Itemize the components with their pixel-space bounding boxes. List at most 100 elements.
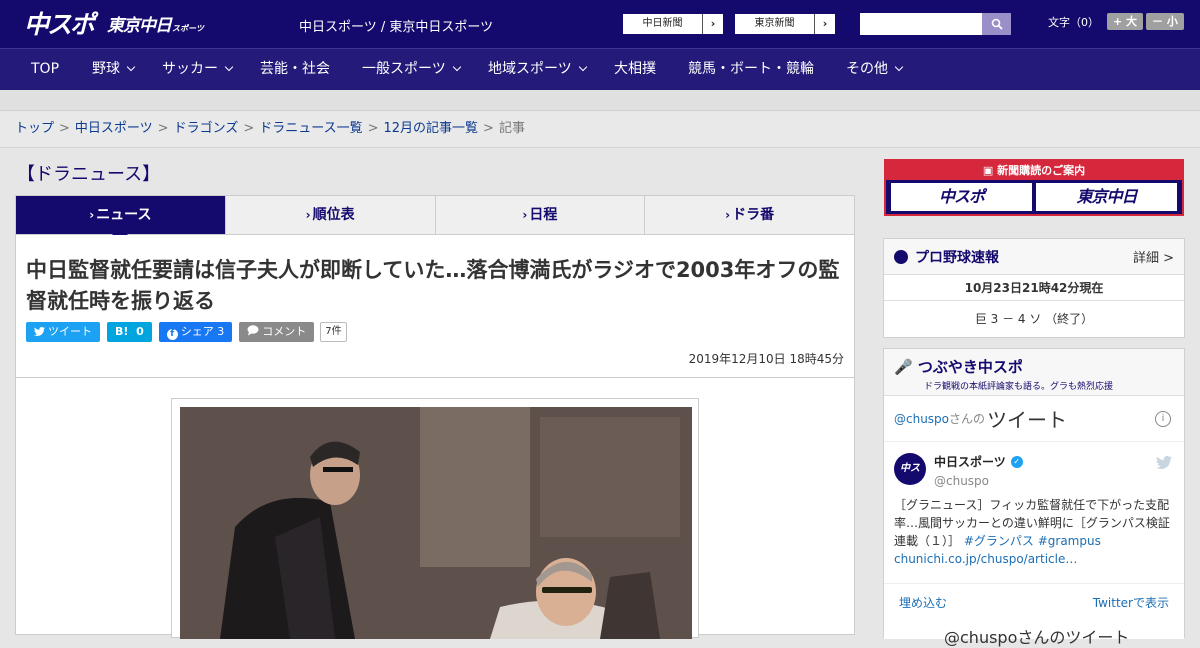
- tab-schedule[interactable]: › 日程: [436, 196, 646, 234]
- breadcrumb-dragons[interactable]: ドラゴンズ: [174, 121, 239, 136]
- facebook-share-button[interactable]: f シェア 3: [158, 322, 233, 342]
- breadcrumb-separator: >: [157, 121, 169, 136]
- nav-entertainment-label: 芸能・社会: [260, 61, 330, 77]
- site-title[interactable]: 中日スポーツ / 東京中日スポーツ: [299, 16, 493, 35]
- chevron-right-icon: ›: [305, 208, 311, 222]
- view-on-twitter-link[interactable]: Twitterで表示: [1093, 594, 1169, 611]
- tsubuyaki-title: 🎤 つぶやき中スポ: [894, 356, 1174, 377]
- nav-racing[interactable]: 競馬・ボート・競輪: [688, 49, 814, 91]
- facebook-share-count: 3: [217, 325, 225, 338]
- breadcrumb-december[interactable]: 12月の記事一覧: [384, 121, 479, 136]
- nav-general-sports[interactable]: 一般スポーツ: [362, 49, 461, 91]
- banner-logos: 中スポ 東京中日: [886, 180, 1182, 214]
- nav-baseball[interactable]: 野球: [92, 49, 136, 91]
- tweet-hashtags[interactable]: #グランパス #grampus: [964, 534, 1101, 548]
- info-icon[interactable]: i: [1155, 411, 1171, 427]
- chevron-down-icon: [126, 62, 136, 72]
- tokyo-shimbun-label: 東京新聞: [735, 14, 815, 34]
- facebook-icon: f: [166, 329, 178, 340]
- nav-local-sports[interactable]: 地域スポーツ: [488, 49, 587, 91]
- banner-logo-tokyo-chunichi: 東京中日: [1036, 183, 1177, 211]
- font-smaller-button[interactable]: － 小: [1146, 13, 1184, 30]
- baseball-score[interactable]: 巨 3 － 4 ソ （終了）: [884, 301, 1184, 337]
- twitter-bird-icon: [34, 327, 45, 336]
- tab-news-label: ニュース: [96, 207, 152, 223]
- timeline-header: @chuspo さんの ツイート i: [884, 396, 1184, 442]
- article-photo[interactable]: [180, 407, 692, 639]
- tsubuyaki-header: 🎤 つぶやき中スポ ドラ観戦の本紙評論家も語る。グラも熱烈応援: [884, 349, 1184, 396]
- tab-standings[interactable]: › 順位表: [226, 196, 436, 234]
- article-date: 2019年12月10日 18時45分: [688, 352, 844, 366]
- chunichi-shimbun-link[interactable]: 中日新聞 ›: [622, 13, 724, 35]
- tsubuyaki-subtitle: ドラ観戦の本紙評論家も語る。グラも熱烈応援: [924, 382, 1114, 392]
- timeline-user-link[interactable]: @chuspo: [894, 412, 949, 426]
- nav-local-sports-label: 地域スポーツ: [488, 61, 572, 77]
- search-button[interactable]: [982, 13, 1011, 35]
- comment-button[interactable]: コメント: [239, 322, 315, 342]
- facebook-share-label: シェア: [180, 325, 214, 338]
- chevron-right-icon: ›: [710, 17, 716, 30]
- banner-logo-chuspo: 中スポ: [891, 183, 1032, 211]
- avatar[interactable]: 中ス: [894, 453, 926, 485]
- nav-top[interactable]: TOP: [31, 49, 59, 91]
- twitter-timeline: @chuspo さんの ツイート i 中ス 中日スポーツ ✓ @chuspo ［グラニ…: [884, 396, 1184, 647]
- chevron-down-icon: [578, 62, 587, 72]
- search-input[interactable]: [860, 13, 982, 35]
- microphone-icon: 🎤: [894, 358, 913, 376]
- nav-top-label: TOP: [31, 61, 60, 77]
- comment-count[interactable]: 7件: [320, 322, 347, 342]
- embed-link[interactable]: 埋め込む: [899, 594, 947, 611]
- more-tweets-heading: @chuspoさんのツイート: [944, 628, 1130, 647]
- banner-title-text: 新聞購読のご案内: [997, 164, 1086, 177]
- nav-soccer-label: サッカー: [162, 61, 218, 77]
- tab-dora-ban-label: ドラ番: [732, 207, 775, 223]
- article: 中日監督就任要請は信子夫人が即断していた…落合博満氏がラジオで2003年オフの監…: [15, 235, 855, 639]
- breadcrumb-chunichi-sports[interactable]: 中日スポーツ: [75, 121, 153, 136]
- ad-strip: [0, 90, 1200, 111]
- twitter-bird-icon[interactable]: [1156, 456, 1172, 469]
- speech-bubble-icon: [247, 325, 259, 336]
- tweet-link[interactable]: chunichi.co.jp/chuspo/article…: [894, 552, 1077, 566]
- tweet-author[interactable]: 中ス 中日スポーツ ✓ @chuspo: [894, 453, 1023, 488]
- baseball-widget-title: プロ野球速報: [915, 249, 999, 266]
- tab-news[interactable]: › ニュース: [16, 196, 226, 242]
- divider: [16, 377, 854, 378]
- subscription-banner[interactable]: ▣ 新聞購読のご案内 中スポ 東京中日: [884, 159, 1184, 216]
- photo-illustration: [180, 407, 692, 639]
- nav-sumo[interactable]: 大相撲: [614, 49, 656, 91]
- chevron-down-icon: [452, 62, 461, 72]
- chevron-right-icon: ›: [725, 208, 731, 222]
- font-size-controls: 文字（0） + 大 － 小: [1048, 13, 1184, 30]
- nav-other-label: その他: [846, 61, 888, 77]
- baseball-details-link[interactable]: 詳細 >: [1133, 247, 1174, 266]
- section-title: 【ドラニュース】: [17, 164, 161, 185]
- nav-soccer[interactable]: サッカー: [162, 49, 234, 91]
- site-logo[interactable]: 中スポ 東京中日 スポーツ: [24, 8, 204, 39]
- nav-general-sports-label: 一般スポーツ: [362, 61, 446, 77]
- verified-badge-icon: ✓: [1010, 455, 1023, 468]
- breadcrumb-dora-news[interactable]: ドラニュース一覧: [259, 121, 362, 136]
- tweet-button[interactable]: ツイート: [26, 322, 100, 342]
- baseball-icon: [894, 249, 908, 264]
- logo-chuspo: 中スポ: [24, 10, 95, 39]
- article-photo-frame: [171, 398, 699, 639]
- nav-other[interactable]: その他: [846, 49, 904, 91]
- chevron-right-icon: ›: [522, 208, 528, 222]
- nav-sumo-label: 大相撲: [614, 61, 656, 77]
- font-larger-button[interactable]: + 大: [1107, 13, 1144, 30]
- tab-dora-ban[interactable]: › ドラ番: [645, 196, 854, 234]
- search-icon: [991, 18, 1003, 30]
- chunichi-shimbun-label: 中日新聞: [623, 14, 703, 34]
- breadcrumb-top[interactable]: トップ: [15, 121, 54, 136]
- tokyo-shimbun-link[interactable]: 東京新聞 ›: [734, 13, 836, 35]
- timeline-suffix: さんの: [949, 412, 986, 426]
- main-nav: TOP 野球 サッカー 芸能・社会 一般スポーツ 地域スポーツ 大相撲 競馬・ボ…: [0, 48, 1200, 90]
- logo-sports: スポーツ: [172, 23, 204, 33]
- nav-entertainment[interactable]: 芸能・社会: [260, 49, 330, 91]
- breadcrumb-current: 記事: [498, 121, 525, 136]
- baseball-update-time: 10月23日21時42分現在: [884, 275, 1184, 301]
- nav-baseball-label: 野球: [92, 61, 120, 77]
- hatena-bookmark-button[interactable]: B! 0: [107, 322, 152, 342]
- section-tabs: › ニュース › 順位表 › 日程 › ドラ番: [15, 195, 855, 242]
- search-box: [860, 13, 1011, 35]
